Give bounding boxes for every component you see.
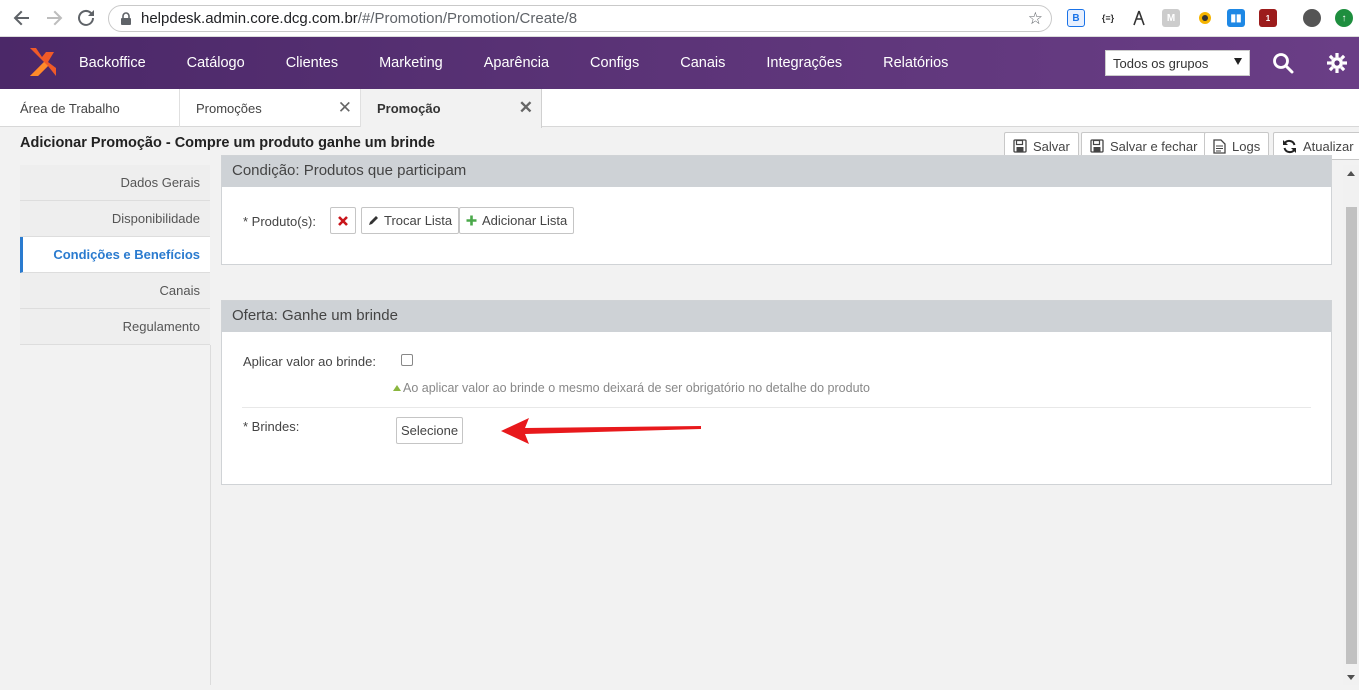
menu-item-relatorios[interactable]: Relatórios bbox=[883, 55, 948, 71]
save-button-label: Salvar bbox=[1033, 138, 1070, 154]
browser-toolbar: helpdesk.admin.core.dcg.com.br/#/Promoti… bbox=[0, 0, 1359, 37]
condition-panel: Condição: Produtos que participam * Prod… bbox=[221, 155, 1332, 265]
refresh-icon bbox=[1283, 139, 1296, 153]
menu-item-marketing[interactable]: Marketing bbox=[379, 55, 443, 71]
workspace-tabs: Área de Trabalho Promoções ✕ Promoção ✕ bbox=[0, 89, 1359, 128]
scrollbar-thumb[interactable] bbox=[1346, 207, 1357, 664]
menu-item-backoffice[interactable]: Backoffice bbox=[79, 55, 146, 71]
profile-avatar-icon[interactable] bbox=[1303, 9, 1321, 27]
group-select-value: Todos os grupos bbox=[1113, 55, 1209, 71]
select-gifts-label: Selecione bbox=[401, 423, 459, 438]
plus-icon bbox=[466, 215, 477, 226]
menu-item-clientes[interactable]: Clientes bbox=[286, 55, 338, 71]
address-bar[interactable]: helpdesk.admin.core.dcg.com.br/#/Promoti… bbox=[108, 5, 1052, 32]
document-icon bbox=[1213, 138, 1226, 154]
lock-icon bbox=[121, 11, 131, 25]
scroll-up-icon[interactable] bbox=[1346, 169, 1356, 179]
menu-item-configs[interactable]: Configs bbox=[590, 55, 639, 71]
page-title: Adicionar Promoção - Compre um produto g… bbox=[20, 135, 435, 151]
reload-icon[interactable] bbox=[74, 6, 98, 30]
chevron-down-icon bbox=[1234, 58, 1242, 65]
apply-value-checkbox[interactable] bbox=[401, 354, 413, 366]
tab-promocoes[interactable]: Promoções ✕ bbox=[180, 89, 361, 127]
extension-circle-icon[interactable] bbox=[1196, 9, 1214, 27]
offer-panel: Oferta: Ganhe um brinde Aplicar valor ao… bbox=[221, 300, 1332, 485]
url-path: /#/Promotion/Promotion/Create/8 bbox=[357, 10, 578, 27]
swap-list-button[interactable]: Trocar Lista bbox=[361, 207, 460, 234]
clear-products-button[interactable] bbox=[330, 207, 356, 234]
products-label: * Produto(s): bbox=[243, 214, 316, 229]
add-list-button[interactable]: Adicionar Lista bbox=[459, 207, 575, 234]
bookmark-star-icon[interactable]: ☆ bbox=[1028, 9, 1043, 29]
update-arrow-icon[interactable]: ↑ bbox=[1335, 9, 1353, 27]
add-list-label: Adicionar Lista bbox=[482, 213, 568, 228]
close-icon[interactable]: ✕ bbox=[338, 98, 352, 118]
section-nav-disponibilidade[interactable]: Disponibilidade bbox=[20, 201, 210, 237]
extension-trello-icon[interactable]: ▮▮ bbox=[1227, 9, 1245, 27]
scroll-down-icon[interactable] bbox=[1346, 672, 1356, 682]
select-gifts-button[interactable]: Selecione bbox=[396, 417, 464, 444]
group-select[interactable]: Todos os grupos bbox=[1105, 50, 1250, 76]
tab-label: Área de Trabalho bbox=[20, 100, 120, 116]
menu-item-aparencia[interactable]: Aparência bbox=[484, 55, 549, 71]
main-menu: Backoffice Catálogo Clientes Marketing A… bbox=[79, 37, 989, 89]
caret-up-icon bbox=[393, 385, 401, 391]
remove-icon bbox=[338, 215, 348, 226]
section-nav: Dados Gerais Disponibilidade Condições e… bbox=[20, 165, 210, 345]
menu-item-integracoes[interactable]: Integrações bbox=[766, 55, 842, 71]
extension-branch-icon[interactable] bbox=[1130, 9, 1148, 27]
menu-item-catalogo[interactable]: Catálogo bbox=[187, 55, 245, 71]
section-nav-divider bbox=[210, 345, 211, 685]
tab-area-de-trabalho[interactable]: Área de Trabalho bbox=[0, 89, 180, 127]
extension-json-icon[interactable]: {≡} bbox=[1099, 9, 1117, 27]
section-nav-condicoes-e-beneficios[interactable]: Condições e Benefícios bbox=[20, 237, 210, 273]
pencil-icon bbox=[369, 216, 378, 225]
section-nav-canais[interactable]: Canais bbox=[20, 273, 210, 309]
url-host: helpdesk.admin.core.dcg.com.br bbox=[141, 10, 358, 27]
app-logo-icon[interactable] bbox=[26, 46, 58, 80]
extension-m-icon[interactable]: M bbox=[1162, 9, 1180, 27]
floppy-icon bbox=[1090, 139, 1104, 153]
search-icon[interactable] bbox=[1272, 52, 1294, 74]
tab-label: Promoções bbox=[196, 100, 262, 116]
app-top-nav: Backoffice Catálogo Clientes Marketing A… bbox=[0, 37, 1359, 89]
section-nav-regulamento[interactable]: Regulamento bbox=[20, 309, 210, 345]
apply-value-label: Aplicar valor ao brinde: bbox=[243, 354, 376, 369]
extension-translate-icon[interactable]: B bbox=[1067, 9, 1085, 27]
condition-panel-title: Condição: Produtos que participam bbox=[222, 156, 1331, 187]
form-divider bbox=[242, 407, 1311, 408]
refresh-button-label: Atualizar bbox=[1303, 138, 1354, 154]
save-and-close-label: Salvar e fechar bbox=[1110, 138, 1198, 154]
tab-promocao[interactable]: Promoção ✕ bbox=[361, 89, 542, 128]
forward-icon[interactable] bbox=[42, 6, 66, 30]
gear-icon[interactable] bbox=[1326, 52, 1348, 74]
back-icon[interactable] bbox=[10, 6, 34, 30]
menu-item-canais[interactable]: Canais bbox=[680, 55, 725, 71]
apply-value-hint: Ao aplicar valor ao brinde o mesmo deixa… bbox=[403, 381, 870, 395]
gifts-label: * Brindes: bbox=[243, 419, 300, 434]
annotation-arrow-icon bbox=[501, 418, 701, 444]
swap-list-label: Trocar Lista bbox=[384, 213, 453, 228]
extension-ublock-icon[interactable]: 1 bbox=[1259, 9, 1277, 27]
offer-panel-title: Oferta: Ganhe um brinde bbox=[222, 301, 1331, 332]
close-icon[interactable]: ✕ bbox=[519, 98, 533, 118]
section-nav-dados-gerais[interactable]: Dados Gerais bbox=[20, 165, 210, 201]
logs-button-label: Logs bbox=[1232, 138, 1261, 154]
tab-label: Promoção bbox=[377, 101, 441, 116]
floppy-icon bbox=[1013, 139, 1027, 153]
